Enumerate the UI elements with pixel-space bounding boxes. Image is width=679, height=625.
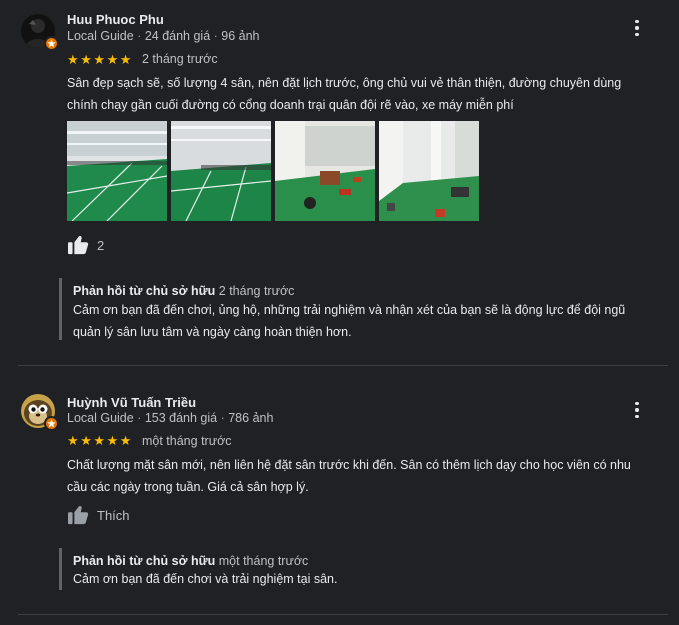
review-photo[interactable]: [379, 121, 479, 221]
owner-reply-line: Cảm ơn bạn đã đến chơi, ủng hộ, những tr…: [73, 303, 626, 317]
reviews-count: 153 đánh giá: [144, 411, 218, 425]
owner-reply: Phản hồi từ chủ sở hữu 2 tháng trước Cảm…: [59, 278, 662, 340]
owner-reply-line: quản lý sân lưu tâm và ngày càng hoàn th…: [73, 325, 352, 339]
review-time: một tháng trước: [142, 434, 232, 448]
review-text-line: Sân đẹp sạch sẽ, số lượng 4 sân, nên đặt…: [67, 76, 622, 90]
reviewer-meta: Local Guide · 153 đánh giá · 786 ảnh: [67, 411, 273, 425]
court-photo-image: [67, 121, 167, 221]
star-icon: ★: [67, 433, 79, 448]
review-text-line: chính chạy gần cuối đường có cổng doanh …: [67, 98, 514, 112]
star-rating: ★ ★ ★ ★ ★: [67, 434, 133, 447]
photos-count: 96 ảnh: [221, 29, 260, 43]
owner-reply-line: Cảm ơn bạn đã đến chơi và trải nghiệm tạ…: [73, 572, 338, 586]
star-rating: ★ ★ ★ ★ ★: [67, 53, 133, 66]
thumb-up-icon: [68, 506, 89, 525]
review-card: Huỳnh Vũ Tuấn Triều Local Guide · 153 đá…: [0, 366, 679, 616]
owner-reply-header: Phản hồi từ chủ sở hữu 2 tháng trước: [73, 284, 294, 298]
owner-reply-title: Phản hồi từ chủ sở hữu: [73, 284, 216, 298]
review-text-line: Chất lượng mặt sân mới, nên liên hệ đặt …: [67, 458, 631, 472]
thumb-up-icon: [68, 236, 89, 255]
star-icon: ★: [80, 52, 92, 67]
star-icon: ★: [93, 433, 106, 448]
review-text-line: cầu các ngày trong tuần. Giá cả sân hợp …: [67, 480, 309, 494]
like-count: 2: [97, 237, 105, 253]
star-icon: ★: [106, 52, 119, 67]
separator: ·: [210, 29, 222, 43]
reviewer-role: Local Guide: [67, 29, 134, 43]
separator: ·: [217, 411, 229, 425]
court-photo-image: [275, 121, 375, 221]
review-text: Chất lượng mặt sân mới, nên liên hệ đặt …: [67, 454, 667, 498]
like-label: Thích: [97, 507, 130, 523]
review-divider: [18, 614, 668, 615]
like-button[interactable]: Thích: [67, 505, 130, 525]
owner-reply: Phản hồi từ chủ sở hữu một tháng trước C…: [59, 548, 662, 590]
star-icon: ★: [119, 433, 132, 448]
star-icon: ★: [67, 52, 79, 67]
review-photo[interactable]: [171, 121, 271, 221]
like-button[interactable]: 2: [67, 235, 104, 255]
reviewer-name[interactable]: Huu Phuoc Phu: [67, 12, 164, 27]
reviewer-name[interactable]: Huỳnh Vũ Tuấn Triều: [67, 395, 196, 410]
separator: ·: [133, 29, 145, 43]
reviewer-role: Local Guide: [67, 411, 134, 425]
avatar[interactable]: [21, 394, 59, 431]
owner-reply-title: Phản hồi từ chủ sở hữu: [73, 554, 216, 568]
star-icon: ★: [106, 433, 119, 448]
court-photo-image: [171, 121, 271, 221]
court-photo-image: [379, 121, 479, 221]
reviewer-meta: Local Guide · 24 đánh giá · 96 ảnh: [67, 29, 260, 43]
owner-reply-text: Cảm ơn bạn đã đến chơi, ủng hộ, những tr…: [73, 299, 663, 343]
owner-reply-time: 2 tháng trước: [218, 284, 295, 298]
star-icon: ★: [119, 52, 132, 67]
photos-count: 786 ảnh: [228, 411, 274, 425]
review-card: Huu Phuoc Phu Local Guide · 24 đánh giá …: [0, 0, 679, 365]
more-vert-icon[interactable]: [625, 16, 649, 40]
owner-reply-header: Phản hồi từ chủ sở hữu một tháng trước: [73, 554, 308, 568]
star-icon: ★: [93, 52, 106, 67]
review-photo[interactable]: [67, 121, 167, 221]
review-text: Sân đẹp sạch sẽ, số lượng 4 sân, nên đặt…: [67, 72, 667, 116]
separator: ·: [133, 411, 145, 425]
more-vert-icon[interactable]: [625, 398, 649, 422]
review-photo[interactable]: [275, 121, 375, 221]
reviews-count: 24 đánh giá: [144, 29, 211, 43]
review-time: 2 tháng trước: [142, 52, 218, 66]
owner-reply-text: Cảm ơn bạn đã đến chơi và trải nghiệm tạ…: [73, 568, 663, 590]
avatar[interactable]: [21, 14, 59, 51]
local-guide-star-icon: [44, 416, 59, 431]
owner-reply-time: một tháng trước: [218, 554, 309, 568]
star-icon: ★: [80, 433, 92, 448]
local-guide-star-icon: [44, 36, 59, 51]
